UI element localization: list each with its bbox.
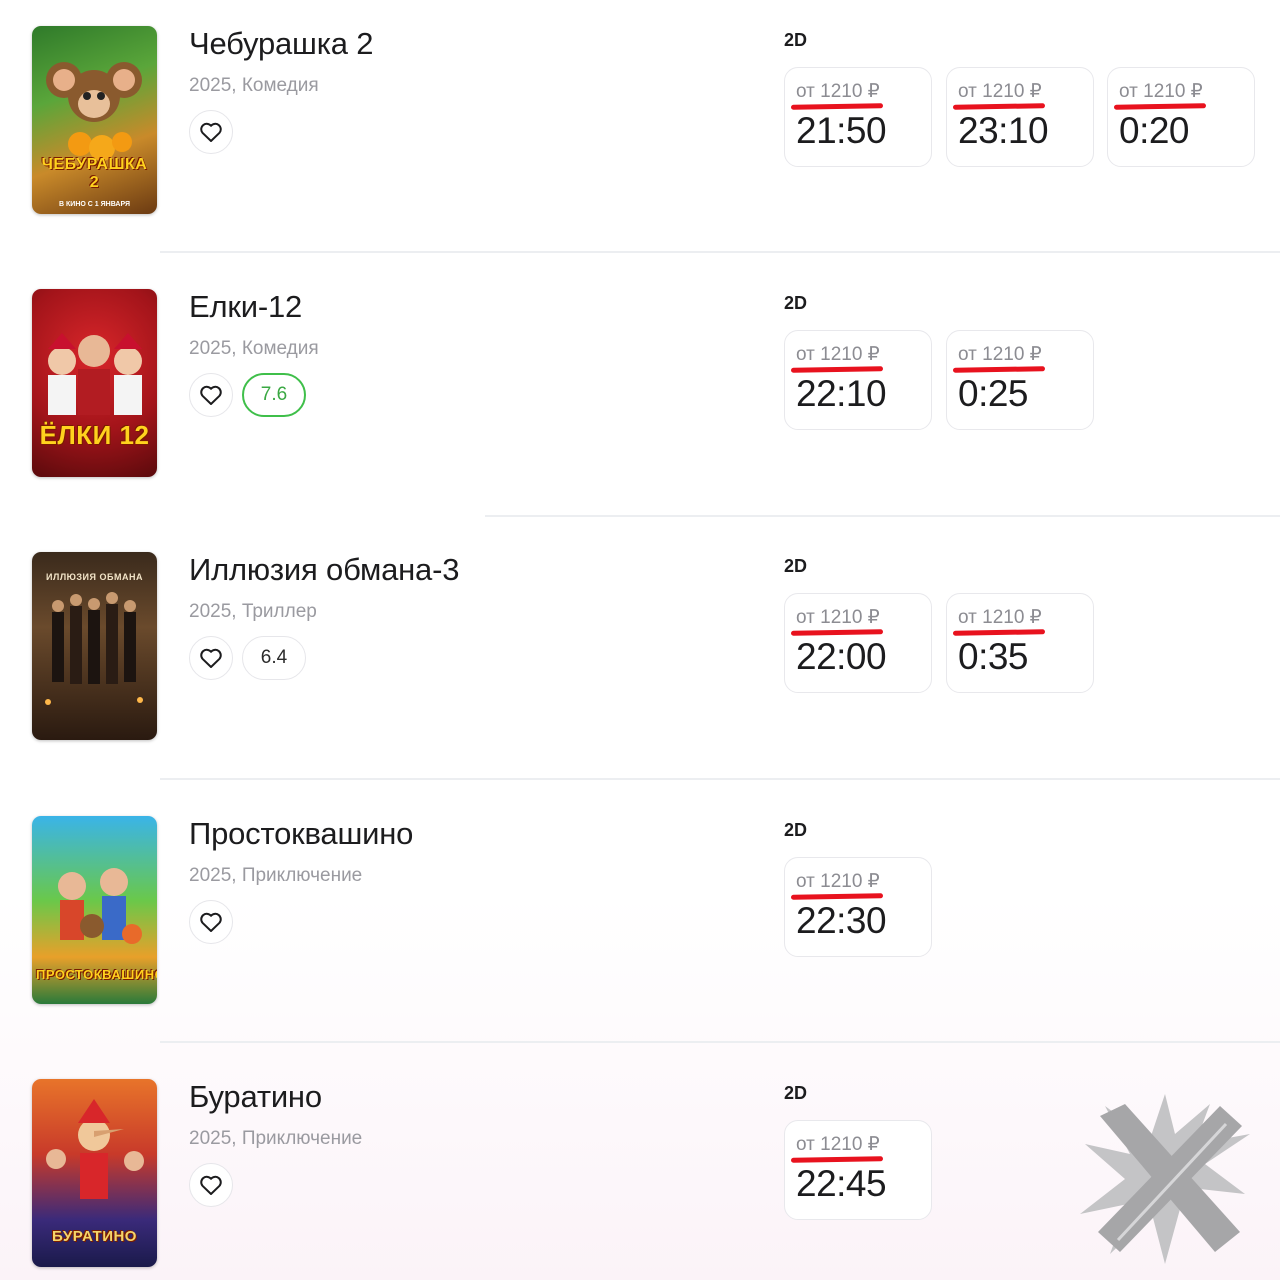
favorite-button[interactable] xyxy=(189,900,233,944)
showtime-time: 23:10 xyxy=(958,110,1049,151)
showtime-slot[interactable]: от 1210 ₽ 22:10 xyxy=(784,330,932,430)
red-underline-annotation xyxy=(952,103,1046,110)
movie-meta: 2025, Приключение xyxy=(189,1128,363,1149)
showtime-slot[interactable]: от 1210 ₽ 22:00 xyxy=(784,593,932,693)
movie-row: ИЛЛЮЗИЯ ОБМАНА Иллюзия обмана-3 2025, Тр… xyxy=(0,526,1280,789)
showtime-slot[interactable]: от 1210 ₽ 23:10 xyxy=(946,67,1094,167)
showtime-time: 0:35 xyxy=(958,636,1029,677)
favorite-button[interactable] xyxy=(189,1163,233,1207)
poster-title: ПРОСТОКВАШИНО xyxy=(36,967,157,982)
showtime-time: 22:10 xyxy=(796,373,887,414)
movie-poster[interactable]: ЁЛКИ 12 xyxy=(32,289,157,477)
row-divider xyxy=(160,778,1280,780)
movie-poster[interactable]: ПРОСТОКВАШИНО xyxy=(32,816,157,1004)
movie-meta: 2025, Комедия xyxy=(189,338,319,359)
red-underline-annotation xyxy=(790,629,884,636)
heart-icon xyxy=(200,912,222,932)
row-divider xyxy=(160,251,1280,253)
showtime-slot[interactable]: от 1210 ₽ 0:35 xyxy=(946,593,1094,693)
favorite-button[interactable] xyxy=(189,373,233,417)
red-underline-annotation xyxy=(790,1156,884,1163)
favorite-button[interactable] xyxy=(189,110,233,154)
showtime-time: 21:50 xyxy=(796,110,887,151)
poster-title: ИЛЛЮЗИЯ ОБМАНА xyxy=(46,572,143,582)
format-label: 2D xyxy=(784,1083,808,1103)
showtime-price: от 1210 ₽ xyxy=(958,344,1042,365)
showtime-price: от 1210 ₽ xyxy=(1119,81,1203,102)
poster-title: БУРАТИНО xyxy=(52,1228,137,1245)
poster-title: ЧЕБУРАШКА 2 xyxy=(41,156,148,191)
red-underline-annotation xyxy=(952,366,1046,373)
heart-icon xyxy=(200,1175,222,1195)
showtime-slot[interactable]: от 1210 ₽ 22:30 xyxy=(784,857,932,957)
movie-row: ЁЛКИ 12 Елки-12 2025, Комедия 7.6 2D от … xyxy=(0,263,1280,526)
showtime-slot[interactable]: от 1210 ₽ 0:20 xyxy=(1107,67,1255,167)
movie-poster[interactable]: БУРАТИНО xyxy=(32,1079,157,1267)
showtime-time: 22:45 xyxy=(796,1163,887,1204)
format-label: 2D xyxy=(784,30,808,50)
red-underline-annotation xyxy=(790,103,884,110)
movie-title[interactable]: Чебурашка 2 xyxy=(189,26,373,62)
showtime-slot[interactable]: от 1210 ₽ 0:25 xyxy=(946,330,1094,430)
poster-title: ЁЛКИ 12 xyxy=(39,420,150,450)
format-label: 2D xyxy=(784,820,808,840)
movie-row: ЧЕБУРАШКА 2 В КИНО С 1 ЯНВАРЯ Чебурашка … xyxy=(0,0,1280,263)
showtime-price: от 1210 ₽ xyxy=(958,607,1042,628)
showtime-price: от 1210 ₽ xyxy=(796,1134,880,1155)
movie-row: ПРОСТОКВАШИНО Простоквашино 2025, Приклю… xyxy=(0,790,1280,1053)
heart-icon xyxy=(200,385,222,405)
showtime-price: от 1210 ₽ xyxy=(796,344,880,365)
row-divider xyxy=(485,515,1280,517)
rating-badge: 6.4 xyxy=(242,636,306,680)
showtime-slot[interactable]: от 1210 ₽ 21:50 xyxy=(784,67,932,167)
row-divider xyxy=(160,1041,1280,1043)
red-underline-annotation xyxy=(790,893,884,900)
movie-title[interactable]: Иллюзия обмана-3 xyxy=(189,552,459,588)
movie-meta: 2025, Приключение xyxy=(189,865,363,886)
movie-title[interactable]: Простоквашино xyxy=(189,816,413,852)
movie-title[interactable]: Елки-12 xyxy=(189,289,302,325)
red-underline-annotation xyxy=(790,366,884,373)
showtime-time: 22:00 xyxy=(796,636,887,677)
movie-poster[interactable]: ИЛЛЮЗИЯ ОБМАНА xyxy=(32,552,157,740)
movie-title[interactable]: Буратино xyxy=(189,1079,322,1115)
showtime-time: 22:30 xyxy=(796,900,887,941)
heart-icon xyxy=(200,122,222,142)
showtime-time: 0:25 xyxy=(958,373,1029,414)
watermark-logo xyxy=(1080,1094,1250,1264)
showtime-slot[interactable]: от 1210 ₽ 22:45 xyxy=(784,1120,932,1220)
rating-badge: 7.6 xyxy=(242,373,306,417)
showtime-price: от 1210 ₽ xyxy=(958,81,1042,102)
red-underline-annotation xyxy=(952,629,1046,636)
format-label: 2D xyxy=(784,556,808,576)
poster-subtitle: В КИНО С 1 ЯНВАРЯ xyxy=(59,201,130,208)
favorite-button[interactable] xyxy=(189,636,233,680)
movie-meta: 2025, Триллер xyxy=(189,601,317,622)
movie-meta: 2025, Комедия xyxy=(189,75,319,96)
showtime-price: от 1210 ₽ xyxy=(796,871,880,892)
movie-schedule-page: ЧЕБУРАШКА 2 В КИНО С 1 ЯНВАРЯ Чебурашка … xyxy=(0,0,1280,1280)
heart-icon xyxy=(200,648,222,668)
showtime-price: от 1210 ₽ xyxy=(796,81,880,102)
showtime-time: 0:20 xyxy=(1119,110,1190,151)
movie-poster[interactable]: ЧЕБУРАШКА 2 В КИНО С 1 ЯНВАРЯ xyxy=(32,26,157,214)
red-underline-annotation xyxy=(1113,103,1207,110)
format-label: 2D xyxy=(784,293,808,313)
showtime-price: от 1210 ₽ xyxy=(796,607,880,628)
